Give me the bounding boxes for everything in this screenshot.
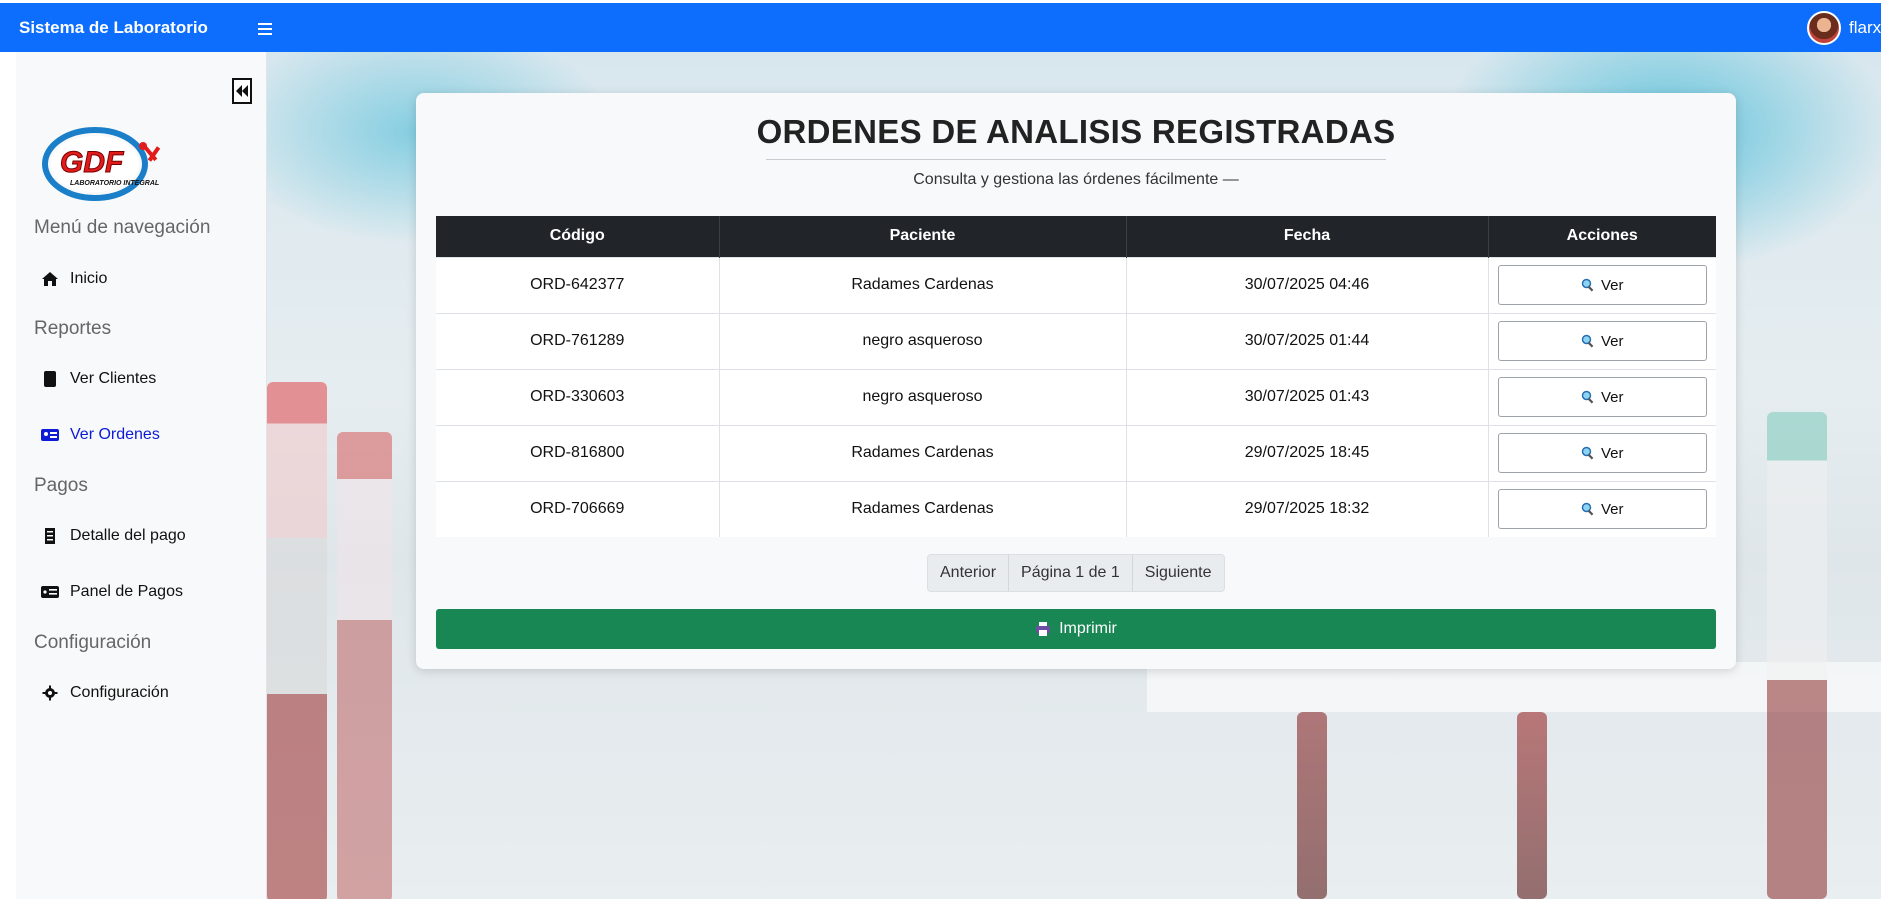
cell-patient: negro asqueroso xyxy=(719,312,1127,369)
cell-date: 30/07/2025 01:43 xyxy=(1126,368,1489,425)
sidebar-item-configuracion[interactable]: Configuración xyxy=(40,684,169,702)
table-row: ORD-816800 Radames Cardenas 29/07/2025 1… xyxy=(436,424,1716,481)
section-title-reportes: Reportes xyxy=(34,318,112,339)
view-order-button[interactable]: Ver xyxy=(1497,489,1707,530)
sidebar-item-ver-ordenes[interactable]: Ver Ordenes xyxy=(40,426,160,444)
view-button-label: Ver xyxy=(1600,500,1624,518)
sidebar-item-detalle-pago[interactable]: Detalle del pago xyxy=(40,527,186,545)
cell-code: ORD-642377 xyxy=(436,256,720,313)
cell-patient: Radames Cardenas xyxy=(719,424,1127,481)
id-card-icon xyxy=(40,426,60,444)
cell-actions: Ver xyxy=(1488,256,1716,313)
section-title-configuracion: Configuración xyxy=(34,632,152,653)
cell-patient: Radames Cardenas xyxy=(719,256,1127,313)
cell-actions: Ver xyxy=(1488,312,1716,369)
sidebar-item-label: Ver Clientes xyxy=(70,370,157,387)
double-chevron-left-icon xyxy=(236,85,248,97)
magnifier-icon xyxy=(1581,278,1594,292)
section-title-pagos: Pagos xyxy=(34,475,88,496)
sidebar-item-panel-pagos[interactable]: Panel de Pagos xyxy=(40,583,183,601)
view-order-button[interactable]: Ver xyxy=(1497,321,1707,361)
cell-code: ORD-330603 xyxy=(436,368,720,425)
lab-logo: GDF LABORATORIO INTEGRAL xyxy=(40,124,180,204)
app-brand[interactable]: Sistema de Laboratorio xyxy=(19,18,208,38)
sidebar-item-label: Detalle del pago xyxy=(70,527,186,544)
logo-text: GDF xyxy=(60,146,124,179)
table-row: ORD-706669 Radames Cardenas 29/07/2025 1… xyxy=(436,480,1716,537)
gear-icon xyxy=(40,684,60,702)
decorative-tube xyxy=(1297,712,1327,899)
table-row: ORD-642377 Radames Cardenas 30/07/2025 0… xyxy=(436,256,1716,313)
table-row: ORD-761289 negro asqueroso 30/07/2025 01… xyxy=(436,312,1716,369)
cell-code: ORD-761289 xyxy=(436,312,720,369)
prev-page-button[interactable]: Anterior xyxy=(928,555,1010,591)
cell-date: 29/07/2025 18:32 xyxy=(1126,480,1489,537)
sidebar-item-label: Configuración xyxy=(70,684,169,701)
cell-date: 30/07/2025 04:46 xyxy=(1126,256,1489,313)
view-order-button[interactable]: Ver xyxy=(1497,377,1707,417)
magnifier-icon xyxy=(1581,446,1594,460)
table-header-row: Código Paciente Fecha Acciones xyxy=(436,216,1716,257)
user-menu[interactable]: flarxx xyxy=(1807,11,1881,45)
username[interactable]: flarxx xyxy=(1849,18,1881,38)
decorative-tube xyxy=(267,382,327,899)
next-page-button[interactable]: Siguiente xyxy=(1133,555,1224,591)
view-button-label: Ver xyxy=(1600,444,1624,462)
column-header-fecha: Fecha xyxy=(1126,216,1489,257)
money-icon xyxy=(40,583,60,601)
orders-card: ORDENES DE ANALISIS REGISTRADAS Consulta… xyxy=(416,93,1736,669)
decorative-tube xyxy=(1767,412,1827,899)
view-order-button[interactable]: Ver xyxy=(1497,433,1707,473)
sidebar-item-label: Panel de Pagos xyxy=(70,583,183,600)
section-title-navegacion: Menú de navegación xyxy=(34,217,211,238)
view-button-label: Ver xyxy=(1600,332,1624,350)
orders-table: Código Paciente Fecha Acciones ORD-64237… xyxy=(436,216,1716,537)
printer-icon xyxy=(1036,622,1051,636)
page-subtitle: Consulta y gestiona las órdenes fácilmen… xyxy=(913,171,1239,188)
avatar[interactable] xyxy=(1807,11,1841,45)
decorative-tube xyxy=(1517,712,1547,899)
view-button-label: Ver xyxy=(1600,388,1624,406)
tablet-icon xyxy=(40,370,60,388)
cell-code: ORD-816800 xyxy=(436,424,720,481)
page-title: ORDENES DE ANALISIS REGISTRADAS xyxy=(756,113,1396,150)
print-button-label: Imprimir xyxy=(1059,620,1117,637)
sidebar-item-label: Ver Ordenes xyxy=(70,426,160,443)
view-order-button[interactable]: Ver xyxy=(1497,265,1707,305)
sidebar-item-ver-clientes[interactable]: Ver Clientes xyxy=(40,370,156,388)
collapse-sidebar-button[interactable] xyxy=(232,78,252,104)
print-button[interactable]: Imprimir xyxy=(436,609,1716,649)
column-header-paciente: Paciente xyxy=(719,216,1127,257)
cell-actions: Ver xyxy=(1488,368,1716,425)
home-icon xyxy=(40,270,60,288)
magnifier-icon xyxy=(1581,334,1594,348)
page-indicator: Página 1 de 1 xyxy=(1009,555,1133,591)
cell-actions: Ver xyxy=(1488,480,1716,537)
cell-date: 29/07/2025 18:45 xyxy=(1126,424,1489,481)
receipt-icon xyxy=(40,527,60,545)
magnifier-icon xyxy=(1581,390,1594,404)
magnifier-icon xyxy=(1581,503,1594,516)
sidebar-item-inicio[interactable]: Inicio xyxy=(40,270,107,288)
title-divider xyxy=(766,159,1386,160)
menu-toggle-icon[interactable] xyxy=(258,17,276,37)
cell-code: ORD-706669 xyxy=(436,480,720,537)
sidebar: GDF LABORATORIO INTEGRAL Menú de navegac… xyxy=(16,52,267,899)
table-row: ORD-330603 negro asqueroso 30/07/2025 01… xyxy=(436,368,1716,425)
cell-date: 30/07/2025 01:44 xyxy=(1126,312,1489,369)
top-navbar: Sistema de Laboratorio flarxx xyxy=(0,3,1881,52)
cell-actions: Ver xyxy=(1488,424,1716,481)
cell-patient: Radames Cardenas xyxy=(719,480,1127,537)
column-header-acciones: Acciones xyxy=(1488,216,1716,257)
column-header-codigo: Código xyxy=(436,216,720,257)
logo-subtitle: LABORATORIO INTEGRAL xyxy=(70,180,159,187)
pagination: Anterior Página 1 de 1 Siguiente xyxy=(927,554,1225,592)
sidebar-item-label: Inicio xyxy=(70,270,108,287)
cell-patient: negro asqueroso xyxy=(719,368,1127,425)
view-button-label: Ver xyxy=(1600,276,1624,294)
decorative-tube xyxy=(337,432,392,899)
